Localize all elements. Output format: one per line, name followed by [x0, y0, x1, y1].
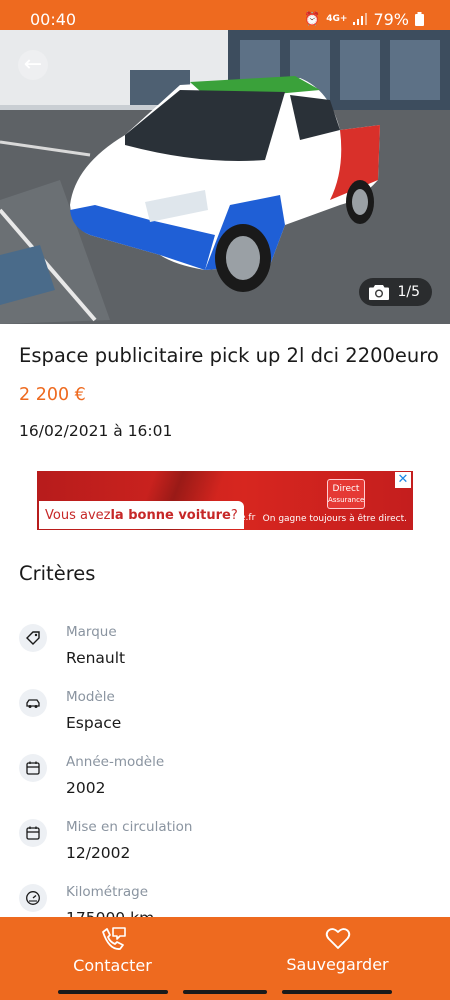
criteria-item-model: Modèle Espace: [19, 689, 439, 745]
battery-icon: [415, 12, 424, 26]
criteria-value: Espace: [66, 714, 122, 732]
speedometer-icon: [19, 884, 47, 912]
ad-slogan-suffix: ?: [230, 507, 238, 523]
criteria-item-registration: Mise en circulation 12/2002: [19, 819, 439, 875]
battery-percent: 79%: [373, 9, 409, 29]
status-time: 00:40: [30, 9, 77, 29]
nav-recents[interactable]: [58, 990, 168, 994]
criteria-item-model-year: Année-modèle 2002: [19, 754, 439, 810]
contact-label: Contacter: [73, 955, 152, 975]
criteria-title: Critères: [19, 562, 96, 585]
action-bar: Contacter Sauvegarder: [0, 917, 450, 983]
alarm-icon: ⏰: [304, 11, 321, 27]
criteria-item-brand: Marque Renault: [19, 624, 439, 680]
network-label: 4G+: [326, 14, 348, 24]
criteria-label: Modèle: [66, 689, 115, 705]
tag-icon: [19, 624, 47, 652]
photo-counter[interactable]: 1/5: [359, 278, 432, 306]
heart-icon: [325, 927, 350, 949]
car-icon: [19, 689, 47, 717]
listing-date: 16/02/2021 à 16:01: [19, 422, 173, 440]
save-label: Sauvegarder: [286, 954, 389, 974]
criteria-label: Année-modèle: [66, 754, 165, 770]
ad-logo: Direct Assurance: [327, 479, 365, 509]
criteria-label: Kilométrage: [66, 884, 149, 900]
ad-domain: e.fr: [240, 513, 256, 523]
ad-slogan-prefix: Vous avez: [45, 507, 111, 523]
contact-button[interactable]: Contacter: [0, 917, 225, 983]
phone-chat-icon: [101, 926, 126, 950]
nav-back[interactable]: [282, 990, 392, 994]
criteria-value: 2002: [66, 779, 106, 797]
signal-icon: [353, 13, 368, 25]
system-nav-bar: [0, 983, 450, 1000]
camera-icon: [369, 285, 390, 300]
save-button[interactable]: Sauvegarder: [225, 917, 450, 983]
listing-price: 2 200 €: [19, 385, 86, 405]
ad-banner[interactable]: Vous avez la bonne voiture ? e.fr Direct…: [37, 471, 413, 530]
criteria-value: 12/2002: [66, 844, 131, 862]
criteria-value: Renault: [66, 649, 126, 667]
calendar-icon: [19, 819, 47, 847]
calendar-icon: [19, 754, 47, 782]
arrow-left-icon: ←: [23, 52, 43, 77]
listing-title: Espace publicitaire pick up 2l dci 2200e…: [19, 344, 439, 367]
criteria-label: Mise en circulation: [66, 819, 193, 835]
photo-counter-text: 1/5: [397, 284, 420, 300]
ad-logo-line2: Assurance: [328, 496, 365, 504]
ad-tagline: On gagne toujours à être direct.: [262, 514, 407, 524]
nav-home[interactable]: [183, 990, 267, 994]
status-indicators: ⏰ 4G+ 79%: [304, 10, 424, 29]
ad-logo-line1: Direct: [332, 484, 360, 494]
ad-close-icon[interactable]: ✕: [395, 472, 411, 488]
back-button[interactable]: ←: [18, 50, 48, 80]
criteria-label: Marque: [66, 624, 117, 640]
ad-slogan: Vous avez la bonne voiture ?: [39, 501, 244, 529]
ad-slogan-bold: la bonne voiture: [110, 507, 231, 523]
photo-gallery[interactable]: ← 1/5: [0, 30, 450, 324]
